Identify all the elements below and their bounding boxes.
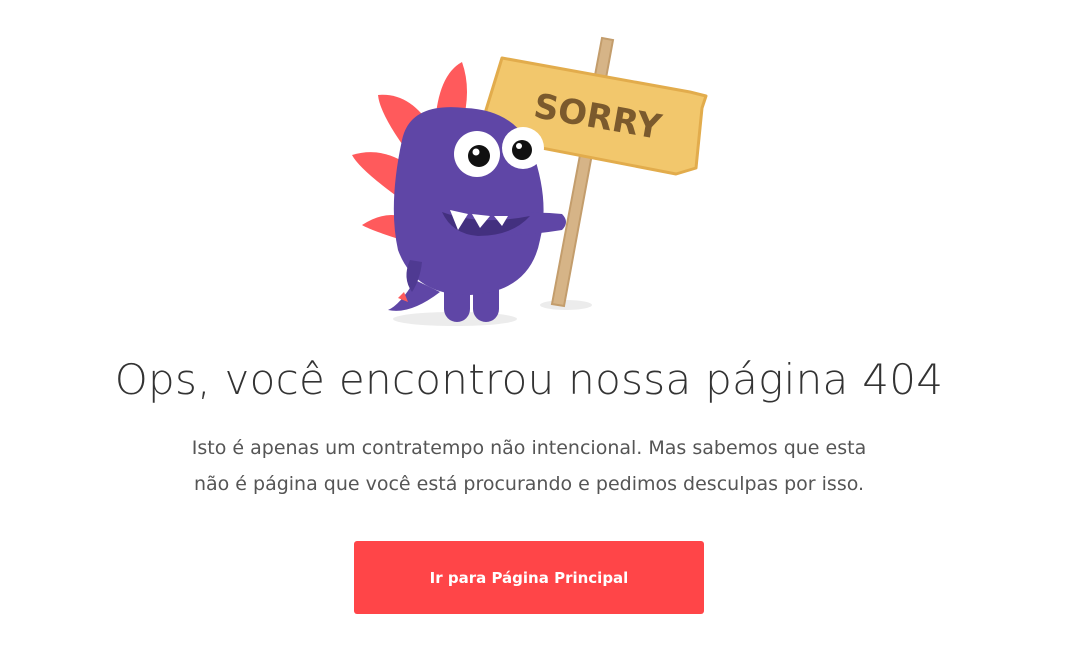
post-shadow xyxy=(540,300,592,310)
error-description-line-2: não é página que você está procurando e … xyxy=(193,473,865,495)
error-description-line-1: Isto é apenas um contratempo não intenci… xyxy=(191,437,867,459)
error-page: SORRY Ops, você encontrou nossa página 4… xyxy=(0,0,1076,650)
page-title: Ops, você encontrou nossa página 404 xyxy=(114,355,944,404)
sorry-monster-illustration: SORRY xyxy=(352,36,708,326)
error-description: Isto é apenas um contratempo não intenci… xyxy=(0,430,1058,502)
go-home-button[interactable]: Ir para Página Principal xyxy=(354,541,704,614)
